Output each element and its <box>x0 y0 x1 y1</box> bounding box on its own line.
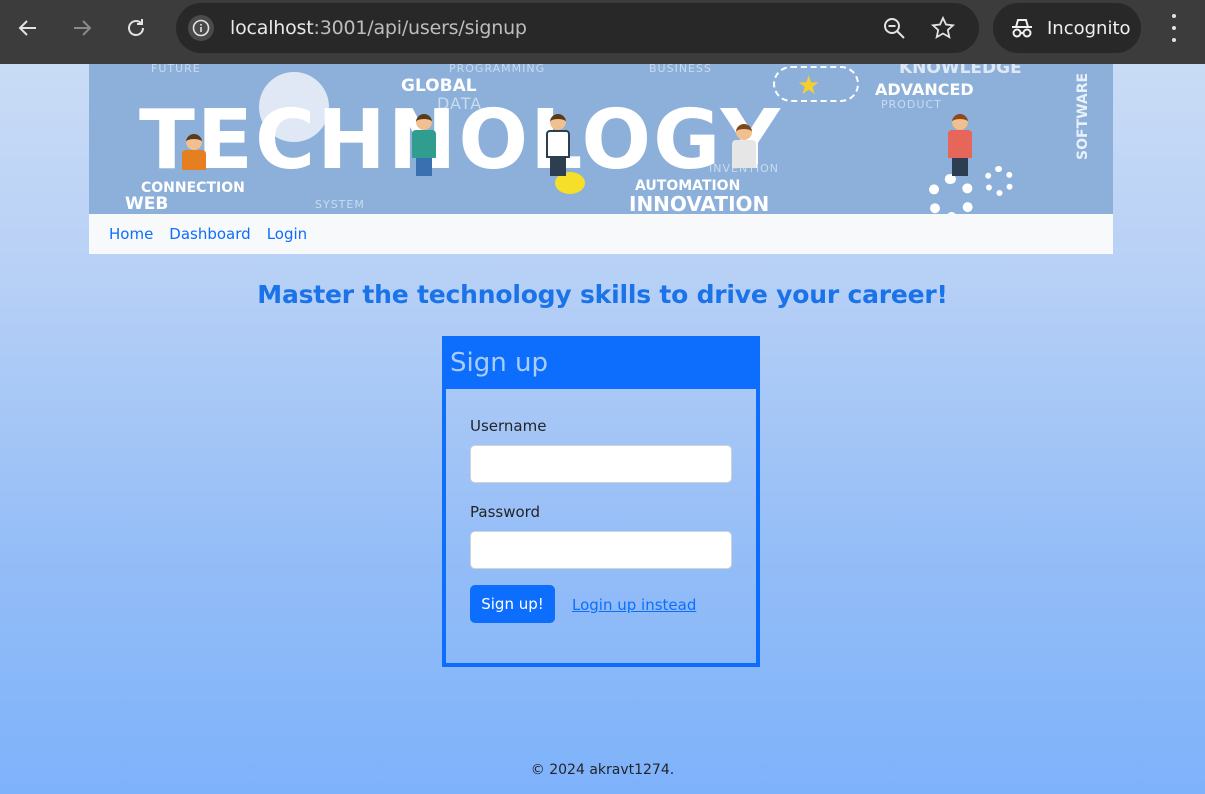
signup-card-title: Sign up <box>446 340 756 389</box>
person-illustration <box>181 134 207 170</box>
banner-word-advanced: ADVANCED <box>875 80 974 99</box>
signup-card: Sign up Username Password Sign up! Login… <box>442 336 760 667</box>
password-input[interactable] <box>470 531 732 569</box>
reload-button[interactable] <box>120 12 152 44</box>
person-illustration <box>411 114 437 176</box>
forward-button[interactable] <box>66 12 98 44</box>
nav-link-dashboard[interactable]: Dashboard <box>169 225 250 243</box>
banner-title: TECHNOLOGY <box>139 93 783 188</box>
page-headline: Master the technology skills to drive yo… <box>257 280 948 309</box>
incognito-indicator[interactable]: Incognito <box>993 3 1141 53</box>
url-path: :3001/api/users/signup <box>313 17 527 39</box>
zoom-icon[interactable] <box>881 15 907 41</box>
main-navbar: Home Dashboard Login <box>89 214 1113 254</box>
technology-banner: ★ FUTURE PROGRAMMING BUSINESS KNOWLEDGE … <box>89 64 1113 214</box>
banner-word-business: BUSINESS <box>649 64 712 75</box>
nav-link-home[interactable]: Home <box>109 225 153 243</box>
person-illustration <box>545 114 571 176</box>
signup-submit-button[interactable]: Sign up! <box>470 585 555 623</box>
site-info-icon[interactable] <box>188 15 214 41</box>
arrow-left-icon <box>18 20 36 36</box>
arrow-right-icon <box>74 20 92 36</box>
login-instead-link[interactable]: Login up instead <box>572 596 696 614</box>
person-illustration <box>731 124 757 168</box>
browser-menu-icon[interactable] <box>1162 14 1186 42</box>
url-text[interactable]: localhost:3001/api/users/signup <box>230 17 527 39</box>
username-input[interactable] <box>470 445 732 483</box>
bookmark-star-icon[interactable] <box>930 15 956 41</box>
nav-link-login[interactable]: Login <box>267 225 307 243</box>
banner-word-innovation: INNOVATION <box>629 192 770 214</box>
banner-word-future: FUTURE <box>151 64 201 75</box>
back-button[interactable] <box>12 12 44 44</box>
password-label: Password <box>470 503 541 521</box>
banner-word-software: SOFTWARE <box>1075 72 1091 160</box>
small-gear-icon <box>984 166 1014 196</box>
incognito-label: Incognito <box>1047 18 1131 39</box>
footer-copyright: © 2024 akravt1274. <box>530 762 675 778</box>
star-icon: ★ <box>797 70 821 100</box>
reload-icon <box>128 19 144 36</box>
incognito-icon <box>1012 19 1032 38</box>
url-host: localhost <box>230 17 314 39</box>
browser-toolbar: localhost:3001/api/users/signup Incognit… <box>0 0 1205 64</box>
address-bar[interactable]: localhost:3001/api/users/signup <box>176 3 979 53</box>
person-illustration <box>947 114 973 176</box>
banner-word-product: PRODUCT <box>881 98 942 111</box>
gear-icon <box>927 174 975 214</box>
banner-word-programming: PROGRAMMING <box>449 64 546 75</box>
banner-word-web: WEB <box>125 194 169 214</box>
banner-word-knowledge: KNOWLEDGE <box>899 64 1022 78</box>
banner-word-system: SYSTEM <box>315 198 365 211</box>
username-label: Username <box>470 417 547 435</box>
